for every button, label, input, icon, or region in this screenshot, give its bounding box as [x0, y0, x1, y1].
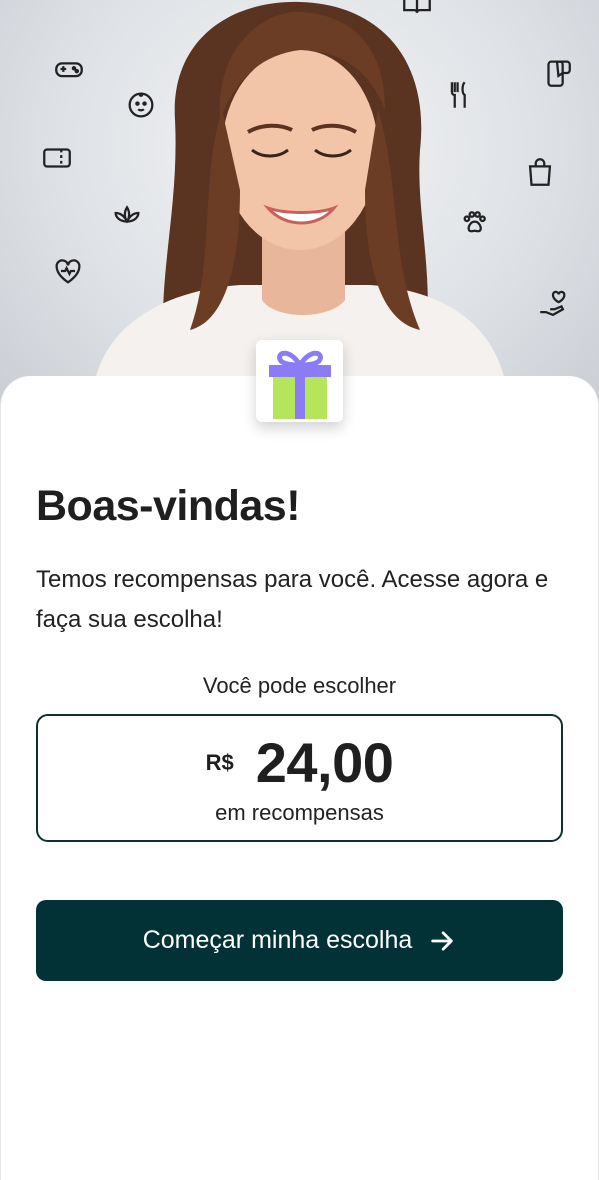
arrow-right-icon — [431, 930, 454, 951]
page-title: Boas-vindas! — [36, 482, 301, 530]
cutlery-icon — [442, 78, 476, 112]
welcome-message: Temos recompensas para você. Acesse agor… — [36, 566, 549, 633]
phone-chat-icon — [540, 56, 574, 90]
currency-symbol: R$ — [205, 750, 234, 775]
lotus-icon — [110, 196, 144, 230]
baby-face-icon — [124, 88, 158, 122]
gift-badge — [256, 340, 343, 422]
reward-amount: 24,00 — [255, 731, 394, 794]
reward-label: Você pode escolher — [202, 673, 397, 698]
book-icon — [400, 0, 434, 20]
paw-icon — [457, 206, 491, 240]
gamepad-icon — [52, 52, 86, 86]
gift-icon — [268, 350, 331, 419]
shopping-bag-icon — [523, 155, 557, 189]
start-choice-button[interactable]: Começar minha escolha — [36, 900, 563, 981]
reward-caption: em recompensas — [215, 800, 384, 825]
hand-heart-icon — [536, 288, 570, 322]
ticket-icon — [40, 141, 74, 175]
reward-amount-box: R$ 24,00 em recompensas — [36, 714, 563, 842]
heart-pulse-icon — [51, 254, 85, 288]
start-choice-label: Começar minha escolha — [142, 926, 413, 954]
